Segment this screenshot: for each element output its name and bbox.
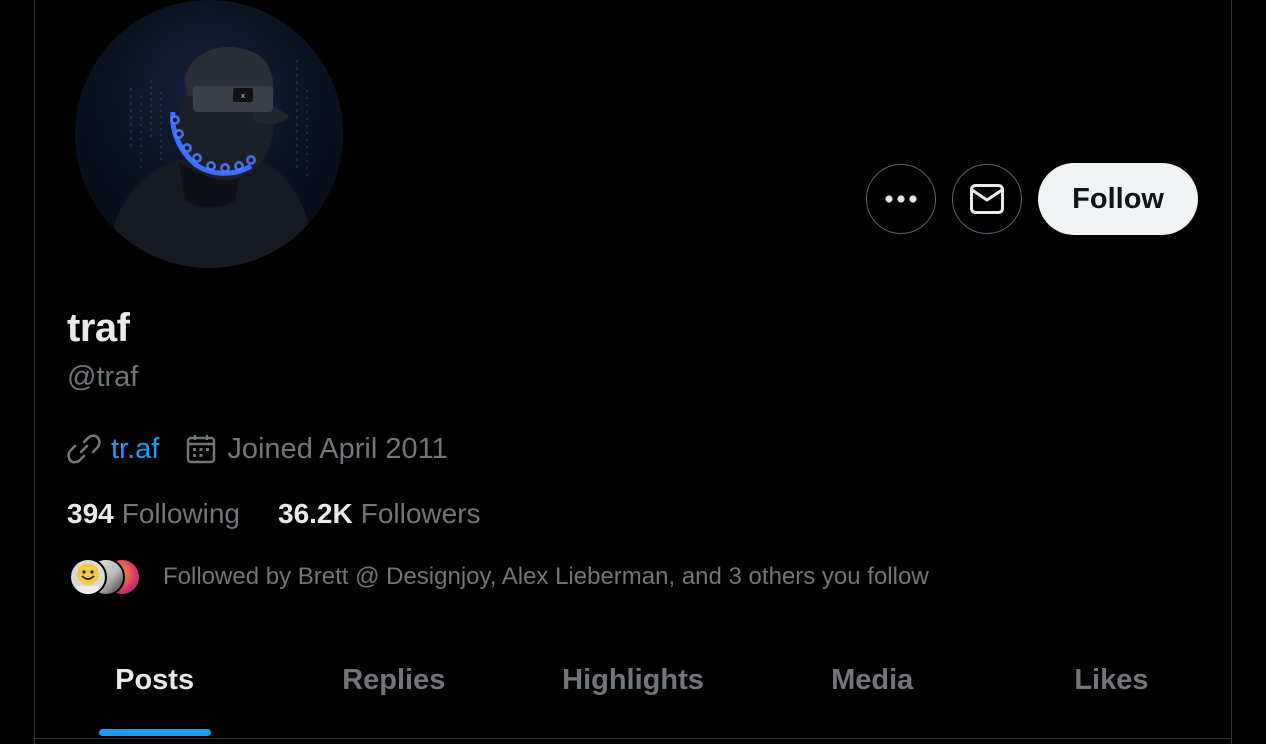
profile-handle: @traf: [67, 361, 139, 393]
svg-text:x: x: [241, 92, 245, 100]
tab-posts[interactable]: Posts: [35, 640, 274, 738]
profile-page: x Follow traf @traf tr.af Joined April 2…: [0, 0, 1266, 744]
joined-date: Joined April 2011: [227, 432, 448, 465]
followers-count: 36.2K: [278, 498, 353, 529]
joined-item: Joined April 2011: [185, 432, 448, 466]
avatar-image: x: [105, 47, 315, 268]
tab-label: Highlights: [562, 664, 704, 696]
tab-label: Replies: [342, 664, 446, 696]
tab-label: Media: [831, 664, 914, 696]
more-button[interactable]: [866, 164, 937, 234]
mini-avatar-1: [69, 558, 107, 596]
profile-actions: Follow: [866, 163, 1198, 235]
profile-column: x Follow traf @traf tr.af Joined April 2…: [34, 0, 1232, 744]
display-name: traf: [67, 306, 130, 350]
tab-label: Posts: [115, 664, 195, 696]
followed-by-row[interactable]: Followed by Brett @ Designjoy, Alex Lieb…: [69, 558, 929, 596]
followers-label: Followers: [360, 498, 481, 529]
tab-replies[interactable]: Replies: [274, 640, 513, 738]
tab-label: Likes: [1074, 664, 1149, 696]
follow-stats: 394 Following 36.2K Followers: [67, 498, 519, 530]
envelope-icon: [970, 184, 1005, 214]
tab-likes[interactable]: Likes: [992, 640, 1231, 738]
followed-by-avatars: [69, 558, 143, 596]
more-horizontal-icon: [885, 195, 917, 203]
calendar-icon: [187, 435, 216, 464]
message-button[interactable]: [952, 164, 1023, 234]
link-icon: [67, 434, 101, 464]
profile-tabs: Posts Replies Highlights Media Likes: [35, 640, 1231, 739]
active-tab-indicator: [98, 729, 211, 736]
following-stat[interactable]: 394 Following: [67, 498, 240, 530]
following-label: Following: [121, 498, 240, 529]
smiley-avatar-icon: [77, 563, 99, 594]
website-link[interactable]: tr.af: [111, 433, 159, 466]
profile-meta: tr.af Joined April 2011: [67, 432, 474, 466]
followed-by-text: Followed by Brett @ Designjoy, Alex Lieb…: [163, 563, 929, 590]
profile-avatar[interactable]: x: [75, 0, 343, 268]
following-count: 394: [67, 498, 114, 529]
tab-media[interactable]: Media: [753, 640, 992, 738]
followers-stat[interactable]: 36.2K Followers: [278, 498, 481, 530]
tab-highlights[interactable]: Highlights: [513, 640, 752, 738]
follow-button[interactable]: Follow: [1038, 163, 1198, 235]
website-item: tr.af: [67, 432, 159, 466]
